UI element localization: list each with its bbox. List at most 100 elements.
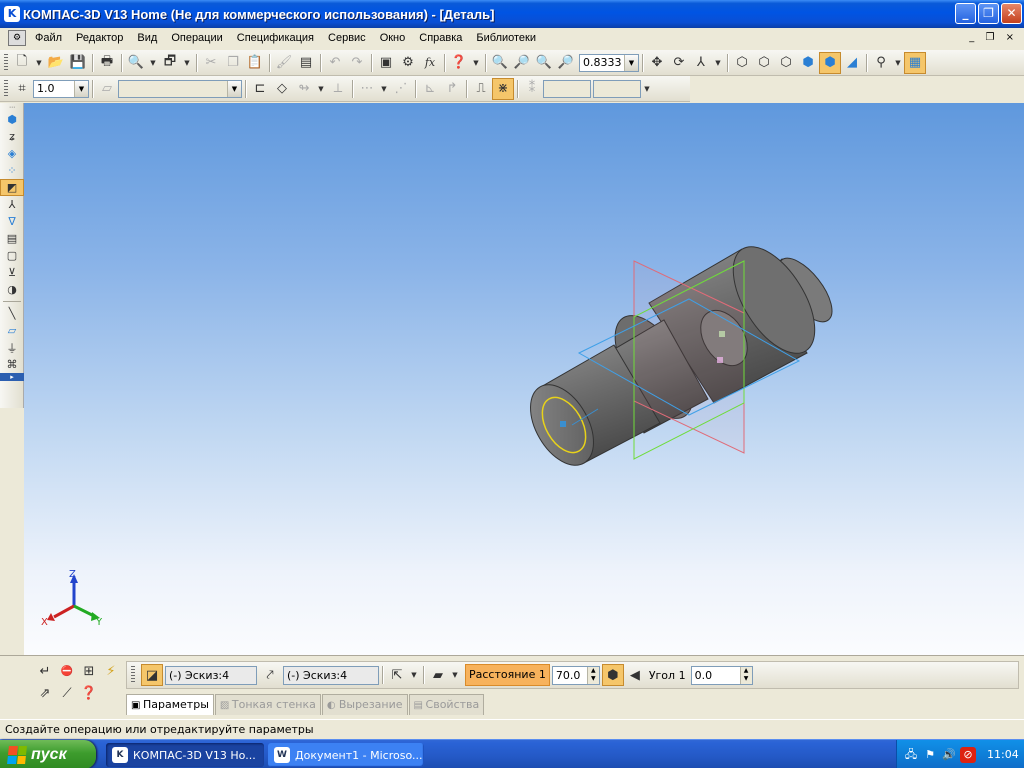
volume-icon[interactable]: 🔊 xyxy=(941,747,957,763)
orientation-plane-icon[interactable]: ◇ xyxy=(271,78,293,100)
tree-view-icon[interactable]: ▦ xyxy=(904,51,926,74)
wireframe-icon[interactable]: ⬡ xyxy=(731,52,753,74)
axis-icon[interactable]: ⏚ xyxy=(0,339,24,356)
filter-icon[interactable]: ⚲ xyxy=(870,52,892,74)
print-icon[interactable]: 🖶 xyxy=(96,52,118,74)
antivirus-icon[interactable]: ⊘ xyxy=(960,746,976,763)
filters-icon[interactable]: ∇ xyxy=(0,213,24,230)
cursor-coords-icon[interactable]: ⁑ xyxy=(521,78,543,100)
menu-specification[interactable]: Спецификация xyxy=(230,32,321,44)
preview-icon[interactable]: ⟋ xyxy=(56,682,78,704)
title-bar[interactable]: K КОМПАС-3D V13 Home (Не для коммерческо… xyxy=(0,0,1024,28)
x-coord-field[interactable] xyxy=(543,79,591,98)
chevron-down-icon[interactable]: ▼ xyxy=(712,52,724,74)
create-object-icon[interactable]: ↵ xyxy=(34,660,56,682)
new-document-icon[interactable]: 🗋 xyxy=(11,52,33,74)
y-coord-field[interactable] xyxy=(593,79,641,98)
orientation-icon[interactable]: ⅄ xyxy=(690,52,712,74)
chevron-down-icon[interactable]: ▼ xyxy=(227,80,241,97)
taskbar-button-word[interactable]: W Документ1 - Microso... xyxy=(268,743,424,767)
edit-details-icon[interactable]: ⬢ xyxy=(0,111,24,128)
tab-properties[interactable]: ▤ Свойства xyxy=(408,694,485,715)
measure-icon[interactable]: ⌘ xyxy=(0,356,24,373)
menu-libraries[interactable]: Библиотеки xyxy=(469,32,543,44)
chevron-down-icon[interactable]: ▼ xyxy=(315,78,327,100)
mdi-window-controls[interactable]: _ ❐ × xyxy=(969,32,1018,43)
halftone-icon[interactable]: ⬢ xyxy=(797,52,819,74)
rotate-icon[interactable]: ⟳ xyxy=(668,52,690,74)
tab-thin-wall[interactable]: ▨ Тонкая стенка xyxy=(214,694,321,715)
direction-icon[interactable]: ⇱ xyxy=(386,664,408,686)
sketch-field-2[interactable]: (-) Эскиз:4 xyxy=(283,665,379,685)
local-snaps-icon[interactable]: ⋰ xyxy=(390,78,412,100)
auxiliary-geometry-icon[interactable]: ◩ xyxy=(0,179,24,196)
menu-help[interactable]: Справка xyxy=(412,32,469,44)
menu-window[interactable]: Окно xyxy=(373,32,413,44)
path-icon[interactable]: ⤤ xyxy=(259,664,281,686)
coordinate-system-icon[interactable]: ⊏ xyxy=(249,78,271,100)
help-icon[interactable]: ❓ xyxy=(78,682,100,704)
tab-parameters[interactable]: ▣ Параметры xyxy=(126,694,214,715)
maximize-button[interactable]: ❐ xyxy=(978,3,999,24)
chevron-down-icon[interactable]: ▼ xyxy=(470,52,482,74)
menu-editor[interactable]: Редактор xyxy=(69,32,130,44)
stop-icon[interactable]: ⛔ xyxy=(56,660,78,682)
chevron-down-icon[interactable]: ▼ xyxy=(181,52,193,74)
zoom-combobox[interactable]: 0.8333 ▼ xyxy=(579,53,639,72)
properties-icon[interactable]: ▤ xyxy=(295,52,317,74)
zoom-fit-icon[interactable]: 🔎 xyxy=(555,52,577,74)
surfaces-icon[interactable]: ◈ xyxy=(0,145,24,162)
distance-input[interactable]: 70.0 ▲ ▼ xyxy=(551,665,600,685)
paste-icon[interactable]: 📋 xyxy=(244,52,266,74)
redo-icon[interactable]: ↷ xyxy=(346,52,368,74)
save-icon[interactable]: 💾 xyxy=(67,52,89,74)
model-scene[interactable]: Z X Y xyxy=(24,103,1024,655)
angle-direction-icon[interactable]: ◀ xyxy=(624,664,646,686)
layer-combobox[interactable]: ▼ xyxy=(118,79,242,98)
document-icon[interactable]: ⚙ xyxy=(8,30,26,46)
zoom-frame-icon[interactable]: 🔍 xyxy=(489,52,511,74)
zoom-in-icon[interactable]: 🔎 xyxy=(511,52,533,74)
reports-icon[interactable]: ▢ xyxy=(0,247,24,264)
rebuild-icon[interactable]: ⇗ xyxy=(34,682,56,704)
print-preview-icon[interactable]: 🔍 xyxy=(125,52,147,74)
angle-label[interactable]: Угол 1 xyxy=(646,669,689,682)
network-icon[interactable]: 🖧 xyxy=(903,747,919,763)
minimize-button[interactable]: _ xyxy=(955,3,976,24)
spin-arrows-icon[interactable]: ▲ ▼ xyxy=(586,666,599,684)
dock-panel-icon[interactable]: ⊞ xyxy=(78,660,100,682)
panel-grip[interactable] xyxy=(131,666,135,684)
close-button[interactable]: ✕ xyxy=(1001,3,1022,24)
perspective-icon[interactable]: ◢ xyxy=(841,52,863,74)
menu-service[interactable]: Сервис xyxy=(321,32,373,44)
manager-icon[interactable]: ▣ xyxy=(375,52,397,74)
arrays-icon[interactable]: ⁘ xyxy=(0,162,24,179)
distance-lock-icon[interactable]: ⬢ xyxy=(601,664,624,686)
specification-icon[interactable]: ▤ xyxy=(0,230,24,247)
chevron-down-icon[interactable]: ▼ xyxy=(408,664,420,686)
dimensions-icon[interactable]: ⅄ xyxy=(0,196,24,213)
menu-view[interactable]: Вид xyxy=(130,32,164,44)
drag-icon[interactable]: ↬ xyxy=(293,78,315,100)
halftone-edges-icon[interactable]: ⬢ xyxy=(819,51,841,74)
spatial-curves-icon[interactable]: ʑ xyxy=(0,128,24,145)
open-folder-icon[interactable]: 📂 xyxy=(45,52,67,74)
hidden-lines-icon[interactable]: ⬡ xyxy=(753,52,775,74)
chevron-down-icon[interactable]: ▼ xyxy=(449,664,461,686)
toolbar-grip[interactable]: ⋯ xyxy=(0,103,24,111)
start-button[interactable]: пуск xyxy=(0,740,96,768)
zoom-out-icon[interactable]: 🔍 xyxy=(533,52,555,74)
libraries-icon[interactable]: ⚙ xyxy=(397,52,419,74)
normal-icon[interactable]: ⟂ xyxy=(327,78,349,100)
help-icon[interactable]: ❓ xyxy=(448,52,470,74)
taskbar-button-kompas[interactable]: K КОМПАС-3D V13 Ho... xyxy=(106,743,264,767)
distance-label[interactable]: Расстояние 1 xyxy=(465,664,550,686)
undo-icon[interactable]: ↶ xyxy=(324,52,346,74)
method-icon[interactable]: ▰ xyxy=(427,664,449,686)
sketch-field-1[interactable]: (-) Эскиз:4 xyxy=(165,665,257,685)
chevron-down-icon[interactable]: ▼ xyxy=(641,78,653,100)
document-manager-icon[interactable]: 🗗 xyxy=(159,52,181,74)
angle-input[interactable]: 0.0 ▲ ▼ xyxy=(690,665,753,685)
spin-arrows-icon[interactable]: ▲ ▼ xyxy=(739,666,752,684)
chevron-down-icon[interactable]: ▼ xyxy=(147,52,159,74)
